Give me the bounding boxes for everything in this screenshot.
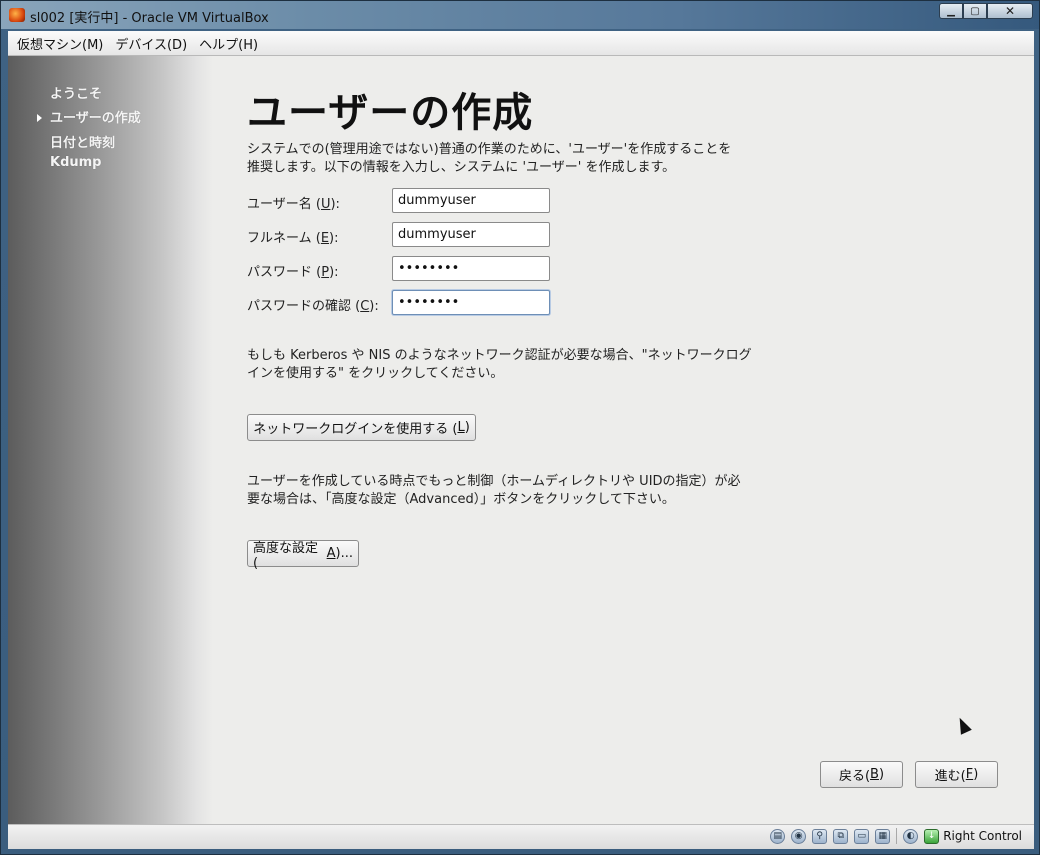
optical-drive-icon[interactable]: ◉: [791, 828, 807, 844]
next-button[interactable]: 進む(F): [915, 761, 998, 788]
window-controls: ▁ ▢ ✕: [939, 3, 1033, 19]
guest-display[interactable]: ようこそ ユーザーの作成 日付と時刻 Kdump ユーザーの作成 システムでの(…: [8, 56, 1034, 824]
network-line-2: インを使用する" をクリックしてください。: [247, 366, 504, 381]
fullname-input[interactable]: [392, 222, 550, 247]
intro-text: システムでの(管理用途ではない)普通の作業のために、'ユーザー'を作成することを…: [247, 141, 757, 177]
menu-help[interactable]: ヘルプ(H): [199, 34, 258, 53]
minimize-button[interactable]: ▁: [939, 3, 963, 19]
network-line-1: もしも Kerberos や NIS のようなネットワーク認証が必要な場合、"ネ…: [247, 348, 752, 363]
network-login-button[interactable]: ネットワークログインを使用する (L): [247, 414, 476, 441]
window-title: sl002 [実行中] - Oracle VM VirtualBox: [30, 11, 269, 26]
virtualbox-app-icon: [9, 8, 25, 22]
intro-line-2: 推奨します。以下の情報を入力し、システムに 'ユーザー' を作成します。: [247, 160, 676, 175]
network-auth-text: もしも Kerberos や NIS のようなネットワーク認証が必要な場合、"ネ…: [247, 347, 757, 383]
password-label: パスワード (P):: [247, 265, 339, 280]
advanced-line-2: 要な場合は、「高度な設定（Advanced）」ボタンをクリックして下さい。: [247, 492, 675, 507]
firstboot-sidebar: ようこそ ユーザーの作成 日付と時刻 Kdump: [8, 56, 213, 824]
confirm-password-label: パスワードの確認 (C):: [247, 299, 379, 314]
password-input[interactable]: [392, 256, 550, 281]
fullname-label: フルネーム (E):: [247, 231, 339, 246]
host-key-label: Right Control: [943, 829, 1022, 843]
hard-disk-icon[interactable]: ▤: [770, 828, 786, 844]
page-title: ユーザーの作成: [247, 90, 534, 136]
display-icon[interactable]: ▦: [875, 828, 891, 844]
virtualbox-window: sl002 [実行中] - Oracle VM VirtualBox ▁ ▢ ✕…: [0, 0, 1040, 855]
close-button[interactable]: ✕: [987, 3, 1033, 19]
sidebar-item-kdump: Kdump: [50, 155, 102, 170]
intro-line-1: システムでの(管理用途ではない)普通の作業のために、'ユーザー'を作成することを: [247, 142, 732, 157]
shared-folder-icon[interactable]: ▭: [854, 828, 870, 844]
sidebar-item-date-time: 日付と時刻: [50, 136, 116, 151]
title-bar[interactable]: sl002 [実行中] - Oracle VM VirtualBox ▁ ▢ ✕: [1, 1, 1039, 29]
sidebar-item-welcome: ようこそ: [50, 87, 103, 102]
current-step-arrow-icon: [37, 114, 42, 122]
sidebar-item-create-user: ユーザーの作成: [50, 111, 141, 126]
host-key-icon: ↓: [924, 828, 940, 844]
menu-bar: 仮想マシン(M) デバイス(D) ヘルプ(H): [8, 31, 1034, 56]
advanced-text: ユーザーを作成している時点でもっと制御（ホームディレクトリや UIDの指定）が必…: [247, 473, 757, 509]
maximize-button[interactable]: ▢: [963, 3, 987, 19]
status-divider: [896, 828, 898, 844]
status-icons: ▤ ◉ ⚲ ⧉ ▭ ▦ ◐ ↓ Right Control: [764, 828, 1022, 844]
advanced-settings-button[interactable]: 高度な設定 (A)...: [247, 540, 359, 571]
usb-icon[interactable]: ⚲: [812, 828, 828, 844]
confirm-password-input[interactable]: [392, 290, 550, 315]
mouse-integration-icon[interactable]: ◐: [903, 828, 919, 844]
menu-devices[interactable]: デバイス(D): [115, 34, 187, 53]
username-input[interactable]: [392, 188, 550, 213]
username-label: ユーザー名 (U):: [247, 197, 340, 212]
network-icon[interactable]: ⧉: [833, 828, 849, 844]
back-button[interactable]: 戻る(B): [820, 761, 903, 788]
advanced-line-1: ユーザーを作成している時点でもっと制御（ホームディレクトリや UIDの指定）が必: [247, 474, 741, 489]
menu-machine[interactable]: 仮想マシン(M): [17, 34, 103, 53]
status-bar: ▤ ◉ ⚲ ⧉ ▭ ▦ ◐ ↓ Right Control: [8, 824, 1034, 849]
